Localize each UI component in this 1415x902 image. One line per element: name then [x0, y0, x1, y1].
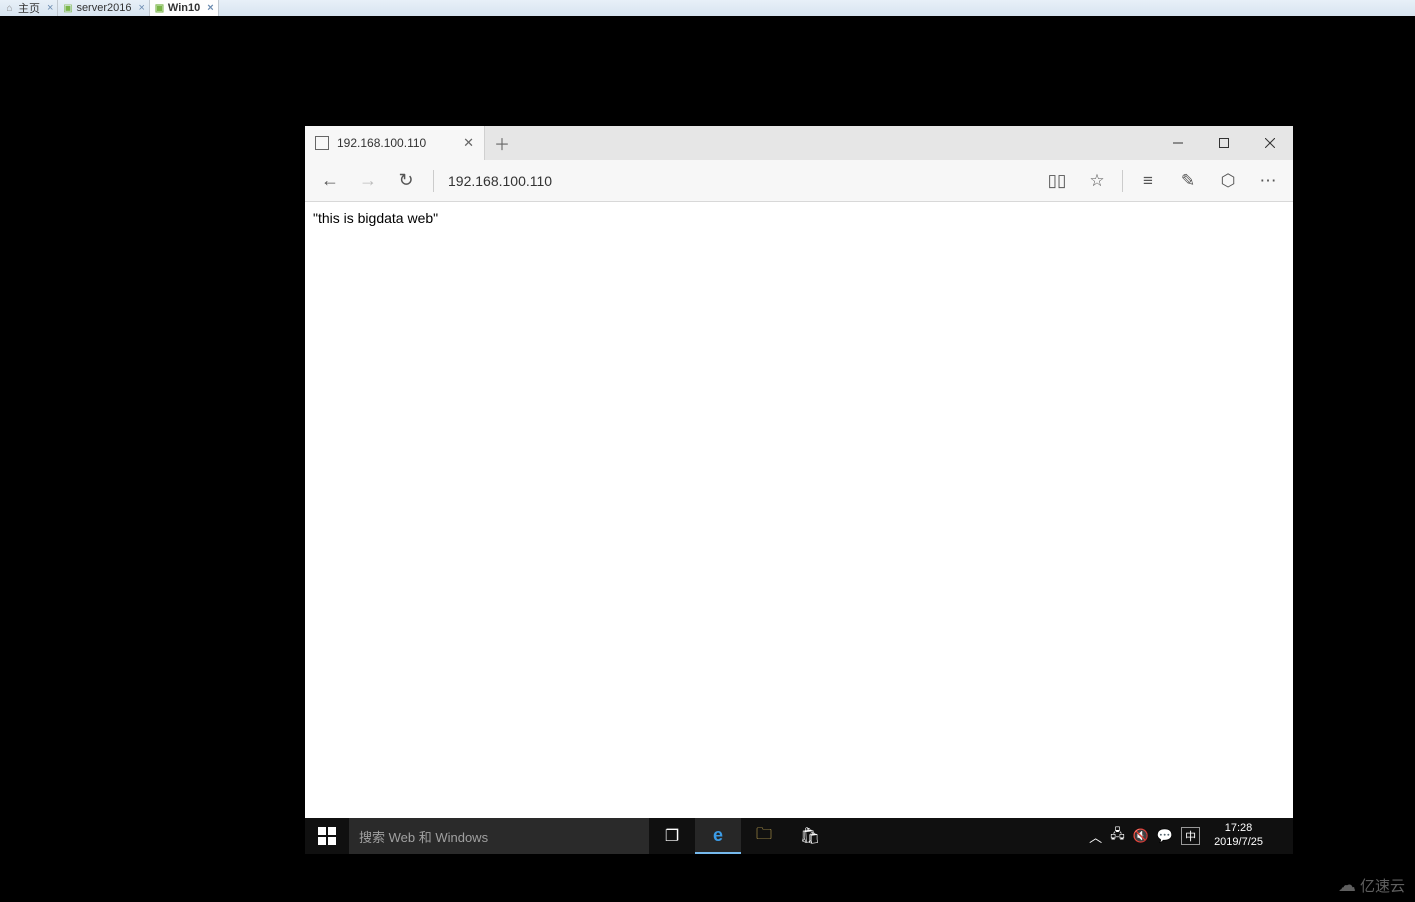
- refresh-button[interactable]: ↻: [387, 162, 425, 200]
- close-icon: [1265, 138, 1275, 148]
- address-bar[interactable]: [442, 160, 1038, 201]
- edge-browser-window: 192.168.100.110 ✕ ＋ ←: [305, 126, 1293, 834]
- clock-time: 17:28: [1214, 822, 1263, 836]
- search-placeholder: 搜索 Web 和 Windows: [359, 827, 488, 846]
- windows-logo-icon: [318, 827, 336, 845]
- tray-overflow-button[interactable]: ︿: [1089, 827, 1102, 846]
- vm-tab-label: 主页: [18, 0, 40, 16]
- favorite-button[interactable]: ☆: [1078, 162, 1116, 200]
- more-button[interactable]: ⋯: [1249, 162, 1287, 200]
- network-button[interactable]: 🖧: [1110, 825, 1125, 847]
- folder-icon: 🗀: [756, 823, 772, 850]
- pen-icon: ✎: [1181, 171, 1195, 191]
- url-input[interactable]: [448, 173, 1032, 189]
- vm-tab-win10[interactable]: ▣ Win10 ×: [150, 0, 219, 16]
- watermark: ☁ 亿速云: [1338, 875, 1405, 896]
- volume-button[interactable]: 🔇: [1133, 828, 1149, 844]
- vm-host-tab-bar: ⌂ 主页 × ▣ server2016 × ▣ Win10 ×: [0, 0, 1415, 16]
- start-button[interactable]: [305, 818, 349, 854]
- new-tab-button[interactable]: ＋: [485, 126, 519, 160]
- vm-tab-home[interactable]: ⌂ 主页 ×: [0, 0, 58, 16]
- minimize-button[interactable]: [1155, 126, 1201, 160]
- lines-icon: ≡: [1143, 171, 1153, 191]
- close-window-button[interactable]: [1247, 126, 1293, 160]
- taskbar-app-explorer[interactable]: 🗀: [741, 818, 787, 854]
- home-icon: ⌂: [4, 3, 15, 14]
- share-icon: ⬡: [1221, 171, 1236, 191]
- refresh-icon: ↻: [398, 170, 413, 191]
- network-icon: 🖧: [1110, 826, 1125, 841]
- system-tray: ︿ 🖧 🔇 💬 中 17:28 2019/7/25: [1083, 818, 1293, 854]
- arrow-right-icon: →: [359, 170, 377, 191]
- close-icon[interactable]: ×: [43, 2, 53, 14]
- page-content: "this is bigdata web": [305, 202, 1293, 834]
- window-controls: [1155, 126, 1293, 160]
- page-body-text: "this is bigdata web": [313, 210, 438, 226]
- separator: [1122, 170, 1123, 192]
- action-center-button[interactable]: 💬: [1157, 828, 1173, 844]
- vm-desktop: 192.168.100.110 ✕ ＋ ←: [0, 16, 1415, 902]
- separator: [433, 170, 434, 192]
- taskbar-app-edge[interactable]: e: [695, 818, 741, 854]
- vm-icon: ▣: [62, 3, 73, 14]
- taskbar-clock[interactable]: 17:28 2019/7/25: [1208, 822, 1269, 850]
- browser-tab-bar: 192.168.100.110 ✕ ＋: [305, 126, 1293, 160]
- close-tab-icon[interactable]: ✕: [463, 135, 474, 151]
- back-button[interactable]: ←: [311, 162, 349, 200]
- show-desktop-button[interactable]: [1277, 818, 1287, 854]
- minimize-icon: [1173, 138, 1183, 148]
- close-icon[interactable]: ×: [203, 2, 213, 14]
- taskbar-search-input[interactable]: 搜索 Web 和 Windows: [349, 818, 649, 854]
- book-icon: ▯▯: [1048, 171, 1067, 191]
- reading-view-button[interactable]: ▯▯: [1038, 162, 1076, 200]
- close-icon[interactable]: ×: [134, 2, 144, 14]
- chevron-up-icon: ︿: [1089, 830, 1102, 845]
- volume-muted-icon: 🔇: [1133, 828, 1149, 843]
- vm-tab-label: Win10: [168, 2, 200, 14]
- store-icon: 🛍: [800, 826, 820, 846]
- maximize-icon: [1219, 138, 1229, 148]
- star-icon: ☆: [1089, 171, 1104, 191]
- arrow-left-icon: ←: [321, 170, 339, 191]
- notes-button[interactable]: ✎: [1169, 162, 1207, 200]
- cloud-icon: ☁: [1338, 875, 1356, 896]
- browser-tab[interactable]: 192.168.100.110 ✕: [305, 126, 485, 160]
- ellipsis-icon: ⋯: [1260, 171, 1277, 191]
- browser-tab-title: 192.168.100.110: [337, 136, 426, 150]
- notification-icon: 💬: [1157, 828, 1173, 843]
- ime-button[interactable]: 中: [1181, 827, 1200, 845]
- toolbar-actions: ▯▯ ☆ ≡ ✎ ⬡ ⋯: [1038, 162, 1287, 200]
- task-view-button[interactable]: ❐: [649, 818, 695, 854]
- taskbar-app-store[interactable]: 🛍: [787, 818, 833, 854]
- browser-toolbar: ← → ↻ ▯▯ ☆ ≡: [305, 160, 1293, 202]
- edge-icon: e: [713, 825, 723, 846]
- maximize-button[interactable]: [1201, 126, 1247, 160]
- vm-tab-label: server2016: [76, 2, 131, 14]
- windows-taskbar: 搜索 Web 和 Windows ❐ e 🗀 🛍 ︿ 🖧 �: [305, 818, 1293, 854]
- ime-label: 中: [1185, 831, 1196, 843]
- task-view-icon: ❐: [665, 826, 679, 846]
- page-favicon-icon: [315, 136, 329, 150]
- share-button[interactable]: ⬡: [1209, 162, 1247, 200]
- vm-icon: ▣: [154, 3, 165, 14]
- plus-icon: ＋: [494, 131, 510, 155]
- hub-button[interactable]: ≡: [1129, 162, 1167, 200]
- watermark-text: 亿速云: [1360, 875, 1405, 896]
- forward-button[interactable]: →: [349, 162, 387, 200]
- clock-date: 2019/7/25: [1214, 836, 1263, 850]
- taskbar-app-area: ❐ e 🗀 🛍: [649, 818, 833, 854]
- vm-tab-server2016[interactable]: ▣ server2016 ×: [58, 0, 149, 16]
